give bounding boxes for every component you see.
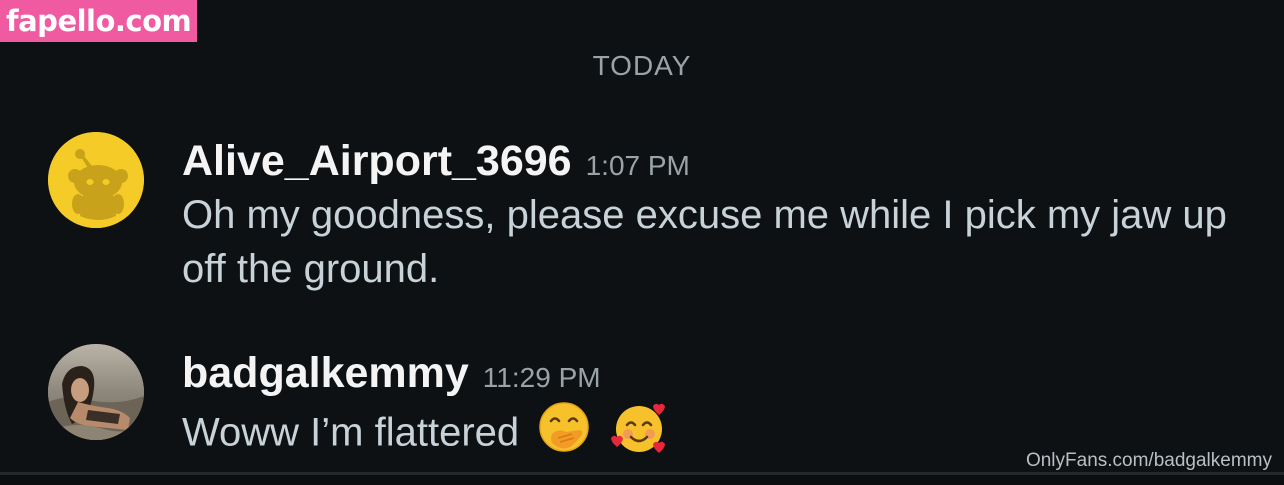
message-body: Alive_Airport_3696 1:07 PM Oh my goodnes… bbox=[182, 132, 1242, 296]
snoo-icon bbox=[48, 132, 144, 228]
message-header: Alive_Airport_3696 1:07 PM bbox=[182, 132, 1242, 190]
username[interactable]: Alive_Airport_3696 bbox=[182, 132, 572, 190]
profile-photo bbox=[48, 344, 144, 440]
message-text: Oh my goodness, please excuse me while I… bbox=[182, 193, 1227, 291]
watermark-onlyfans: OnlyFans.com/badgalkemmy bbox=[1025, 450, 1272, 471]
bottom-bar bbox=[0, 475, 1284, 485]
smiling-face-with-hearts-emoji bbox=[609, 400, 669, 470]
user-photo-avatar[interactable] bbox=[48, 344, 144, 440]
reddit-snoo-avatar-icon[interactable] bbox=[48, 132, 144, 228]
username[interactable]: badgalkemmy bbox=[182, 344, 469, 402]
chat-message: Alive_Airport_3696 1:07 PM Oh my goodnes… bbox=[48, 132, 1242, 296]
watermark-fapello: fapello.com bbox=[0, 0, 198, 42]
chat-screen: fapello.com TODAY Alive_Airport_3696 1:0… bbox=[0, 0, 1284, 485]
message-timestamp: 11:29 PM bbox=[482, 362, 601, 393]
message-timestamp: 1:07 PM bbox=[585, 150, 690, 181]
message-text-content: Woww I’m flattered bbox=[182, 410, 520, 455]
message-header: badgalkemmy 11:29 PM bbox=[182, 344, 1242, 402]
face-with-hand-over-mouth-emoji bbox=[536, 400, 592, 470]
date-divider: TODAY bbox=[592, 50, 692, 81]
